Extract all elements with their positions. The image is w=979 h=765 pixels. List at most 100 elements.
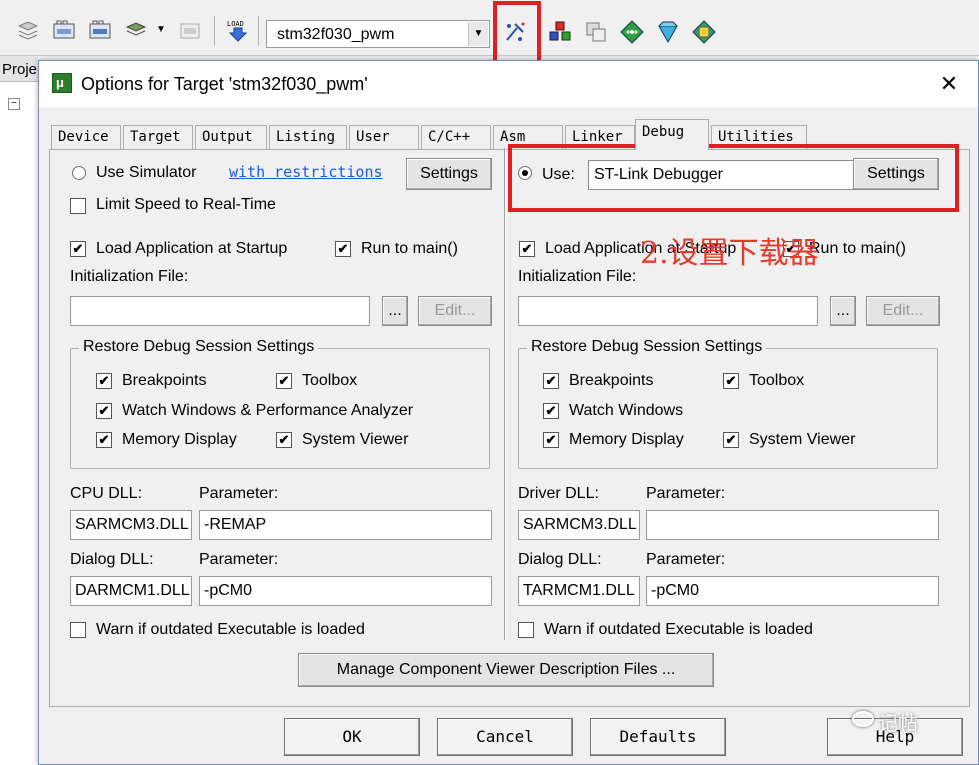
ok-button[interactable]: OK <box>284 718 420 756</box>
driver-dll-label: Driver DLL: <box>518 485 599 502</box>
limit-speed-checkbox[interactable] <box>70 198 86 214</box>
left-edit-button[interactable]: Edit... <box>418 296 492 326</box>
pack-installer-icon[interactable] <box>620 20 644 44</box>
driver-param-label: Parameter: <box>646 485 726 502</box>
left-warn-outdated-label: Warn if outdated Executable is loaded <box>96 621 365 638</box>
right-memory-display-checkbox[interactable]: ✔ <box>543 432 559 448</box>
copy-icon[interactable] <box>584 20 608 44</box>
tab-c-cpp[interactable]: C/C++ <box>421 125 491 149</box>
keil-app-icon: μ <box>52 73 72 93</box>
cpu-dll-input[interactable]: SARMCM3.DLL <box>70 510 192 540</box>
dialog-titlebar[interactable]: μ Options for Target 'stm32f030_pwm' ✕ <box>39 61 978 107</box>
tree-collapse-toggle[interactable]: − <box>8 98 20 110</box>
right-memory-display-label: Memory Display <box>569 431 684 448</box>
project-panel: Proje − <box>0 56 38 765</box>
wechat-icon <box>852 711 874 727</box>
chevron-down-icon[interactable]: ▼ <box>156 24 166 35</box>
tab-user[interactable]: User <box>349 125 419 149</box>
left-watch-windows-checkbox[interactable]: ✔ <box>96 403 112 419</box>
right-watch-windows-label: Watch Windows <box>569 402 684 419</box>
right-warn-outdated-checkbox[interactable] <box>518 622 534 638</box>
left-run-to-main-label: Run to main() <box>361 240 458 257</box>
right-dialog-param-input[interactable]: -pCM0 <box>646 576 939 606</box>
tab-debug[interactable]: Debug <box>635 119 709 150</box>
left-memory-display-label: Memory Display <box>122 431 237 448</box>
left-system-viewer-label: System Viewer <box>302 431 409 448</box>
select-packs-icon[interactable] <box>656 20 680 44</box>
simulator-settings-button[interactable]: Settings <box>406 158 492 190</box>
left-system-viewer-checkbox[interactable]: ✔ <box>276 432 292 448</box>
with-restrictions-link[interactable]: with restrictions <box>229 163 383 181</box>
batch-build-icon[interactable] <box>124 18 148 42</box>
left-breakpoints-label: Breakpoints <box>122 372 207 389</box>
left-breakpoints-checkbox[interactable]: ✔ <box>96 373 112 389</box>
right-browse-button[interactable]: ... <box>830 296 856 326</box>
right-system-viewer-checkbox[interactable]: ✔ <box>723 432 739 448</box>
rebuild-icon[interactable] <box>88 18 112 42</box>
right-warn-outdated-label: Warn if outdated Executable is loaded <box>544 621 813 638</box>
dialog-title: Options for Target 'stm32f030_pwm' <box>81 74 368 94</box>
driver-dll-input[interactable]: SARMCM3.DLL <box>518 510 640 540</box>
build-target-icon[interactable] <box>52 18 76 42</box>
main-toolbar: ▼ LOAD stm32f030_pwm ▼ <box>0 0 979 67</box>
defaults-button[interactable]: Defaults <box>590 718 726 756</box>
highlight-box-debugger <box>508 144 959 212</box>
right-init-file-input[interactable] <box>518 296 818 326</box>
tab-device[interactable]: Device <box>51 125 121 149</box>
limit-speed-label: Limit Speed to Real-Time <box>96 196 276 213</box>
right-edit-button[interactable]: Edit... <box>866 296 940 326</box>
left-dialog-param-input[interactable]: -pCM0 <box>199 576 492 606</box>
right-run-to-main-label: Run to main() <box>809 240 906 257</box>
column-divider <box>504 148 506 640</box>
left-memory-display-checkbox[interactable]: ✔ <box>96 432 112 448</box>
close-button[interactable]: ✕ <box>929 69 969 99</box>
chevron-down-icon[interactable]: ▼ <box>468 22 488 46</box>
cpu-dll-label: CPU DLL: <box>70 485 143 502</box>
tab-target[interactable]: Target <box>123 125 193 149</box>
download-icon[interactable]: LOAD <box>226 18 250 42</box>
svg-text:LOAD: LOAD <box>227 20 244 28</box>
right-dialog-dll-input[interactable]: TARMCM1.DLL <box>518 576 640 606</box>
cpu-param-input[interactable]: -REMAP <box>199 510 492 540</box>
highlight-box-options <box>493 1 541 67</box>
select-target-combo[interactable]: stm32f030_pwm ▼ <box>266 20 490 48</box>
left-warn-outdated-checkbox[interactable] <box>70 622 86 638</box>
right-init-file-label: Initialization File: <box>518 268 637 285</box>
left-load-app-label: Load Application at Startup <box>96 240 288 257</box>
right-toolbox-label: Toolbox <box>749 372 805 389</box>
cancel-button[interactable]: Cancel <box>437 718 573 756</box>
watermark-text: 记帖 <box>878 713 918 735</box>
tab-listing[interactable]: Listing <box>269 125 347 149</box>
left-dialog-dll-label: Dialog DLL: <box>70 551 154 568</box>
left-watch-windows-label: Watch Windows & Performance Analyzer <box>122 402 414 419</box>
left-browse-button[interactable]: ... <box>382 296 408 326</box>
toolbar-separator <box>214 16 215 46</box>
tab-output[interactable]: Output <box>195 125 267 149</box>
stack-icon[interactable] <box>16 18 40 42</box>
left-toolbox-label: Toolbox <box>302 372 358 389</box>
right-dialog-param-label: Parameter: <box>646 551 726 568</box>
right-restore-group-label: Restore Debug Session Settings <box>527 338 767 356</box>
manage-project-items-icon[interactable] <box>548 20 572 44</box>
left-run-to-main-checkbox[interactable]: ✔ <box>335 241 351 257</box>
driver-param-input[interactable] <box>646 510 939 540</box>
left-load-app-checkbox[interactable]: ✔ <box>70 241 86 257</box>
right-toolbox-checkbox[interactable]: ✔ <box>723 373 739 389</box>
target-name: stm32f030_pwm <box>277 26 395 43</box>
toolbar-separator <box>258 16 259 46</box>
manage-rte-icon[interactable] <box>692 20 716 44</box>
cpu-param-label: Parameter: <box>199 485 279 502</box>
right-breakpoints-checkbox[interactable]: ✔ <box>543 373 559 389</box>
use-simulator-label: Use Simulator <box>96 164 197 181</box>
left-dialog-param-label: Parameter: <box>199 551 279 568</box>
left-init-file-label: Initialization File: <box>70 268 189 285</box>
stop-build-icon[interactable] <box>178 18 202 42</box>
left-toolbox-checkbox[interactable]: ✔ <box>276 373 292 389</box>
right-system-viewer-label: System Viewer <box>749 431 856 448</box>
left-dialog-dll-input[interactable]: DARMCM1.DLL <box>70 576 192 606</box>
left-init-file-input[interactable] <box>70 296 370 326</box>
manage-component-viewer-button[interactable]: Manage Component Viewer Description File… <box>298 653 714 687</box>
right-load-app-checkbox[interactable]: ✔ <box>519 241 535 257</box>
use-simulator-radio[interactable] <box>72 166 86 180</box>
right-watch-windows-checkbox[interactable]: ✔ <box>543 403 559 419</box>
